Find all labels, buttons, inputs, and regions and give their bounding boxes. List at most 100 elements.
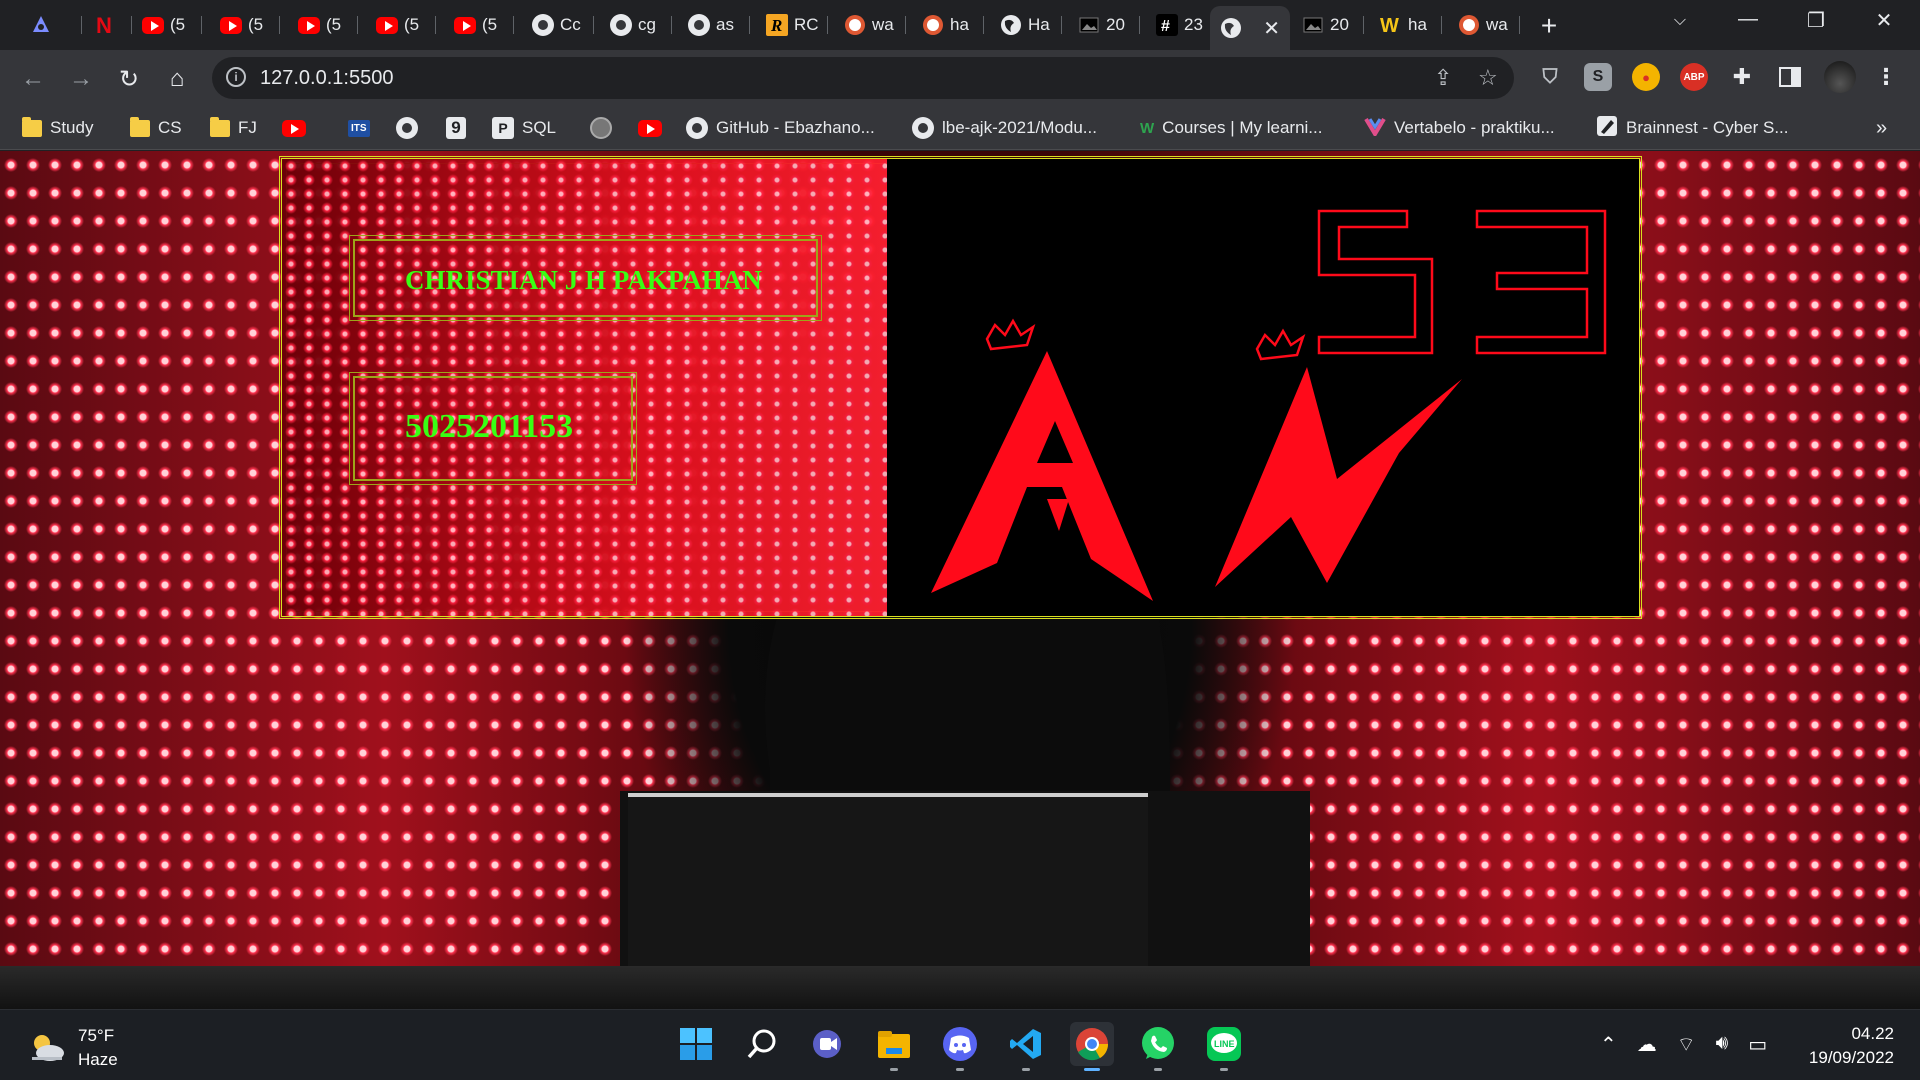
bookmark-its[interactable]: ITS [348,114,370,142]
tab-r[interactable]: R RC [756,8,828,42]
youtube-icon [220,14,242,36]
clock[interactable]: 04.22 19/09/2022 [1809,1022,1894,1070]
bookmark-sql[interactable]: P SQL [492,114,556,142]
close-tab-icon[interactable]: ✕ [1263,16,1280,41]
chrome-button[interactable] [1070,1022,1114,1071]
svg-text:#: # [1161,18,1170,35]
bookmark-youtube-2[interactable] [638,114,662,142]
image-icon [1078,14,1100,36]
crown-left-icon [985,318,1036,351]
chevron-up-icon[interactable]: ⌃ [1600,1032,1617,1057]
folder-icon [130,116,150,137]
github-icon [912,117,934,139]
tab-youtube-3[interactable]: (5 [288,8,358,42]
share-icon[interactable]: ⇪ [1434,65,1452,91]
clock-time: 04.22 [1851,1024,1894,1043]
folder-icon [210,116,230,137]
minimize-icon[interactable]: — [1728,8,1768,31]
student-name: CHRISTIAN J H PAKPAHAN [405,265,762,295]
bookmark-github-ebazhano[interactable]: GitHub - Ebazhano... [686,114,875,142]
tab-netflix[interactable]: N [82,8,132,42]
restore-icon[interactable]: ❐ [1796,8,1836,33]
whatsapp-button[interactable] [1136,1022,1180,1071]
youtube-icon [282,119,306,137]
youtube-icon [298,14,320,36]
teams-chat-button[interactable] [806,1022,850,1066]
bookmark-github-1[interactable] [396,114,418,142]
svg-text:LINE: LINE [1214,1039,1235,1049]
weather-widget[interactable]: 75°F Haze [28,1024,118,1072]
banner-logo-panel: 53 [887,159,1639,616]
tab-search-icon[interactable]: ⌵ [1660,12,1700,30]
tab-github-2[interactable]: cg [600,8,672,42]
seal-icon [590,117,612,139]
new-tab-button[interactable]: + [1534,10,1564,42]
search-button[interactable] [740,1022,784,1066]
tab-github-1[interactable]: Cc [522,8,594,42]
duckduckgo-icon [1458,14,1480,36]
battery-charging-icon[interactable]: ▭ [1748,1032,1767,1057]
more-menu-icon[interactable]: ⋮ [1872,63,1900,91]
duckduckgo-icon [844,14,866,36]
tab-youtube-4[interactable]: (5 [366,8,436,42]
tab-duckduckgo-2[interactable]: ha [912,8,984,42]
home-icon[interactable]: ⌂ [160,62,194,96]
duckduckgo-icon [922,14,944,36]
tab-image-2[interactable]: 20 [1292,8,1364,42]
bookmark-star-icon[interactable]: ☆ [1478,65,1498,91]
line-button[interactable]: LINE [1202,1022,1246,1071]
volume-icon[interactable]: 🔊︎ [1716,1032,1729,1057]
bookmark-github-lbe-ajk[interactable]: lbe-ajk-2021/Modu... [912,114,1097,142]
tab-youtube-1[interactable]: (5 [132,8,202,42]
bookmark-study[interactable]: Study [22,114,93,142]
tab-image-1[interactable]: 20 [1068,8,1140,42]
whatsapp-icon [1142,1027,1174,1059]
tab-w[interactable]: W ha [1370,8,1442,42]
bookmark-courses[interactable]: W Courses | My learni... [1140,114,1322,142]
tab-duckduckgo-1[interactable]: wa [834,8,906,42]
extensions-puzzle-icon[interactable]: ✚ [1728,63,1756,91]
youtube-icon [454,14,476,36]
bookmark-cs[interactable]: CS [130,114,182,142]
bookmark-brainnest[interactable]: Brainnest - Cyber S... [1596,114,1789,142]
adblock-extension-icon[interactable]: ABP [1680,63,1708,91]
profile-avatar[interactable] [1824,61,1856,93]
start-button[interactable] [674,1022,718,1066]
tab-duckduckgo-3[interactable]: wa [1448,8,1520,42]
onedrive-cloud-icon[interactable]: ☁ [1637,1032,1657,1057]
tab-github-3[interactable]: as [678,8,750,42]
side-panel-icon[interactable] [1776,63,1804,91]
vscode-button[interactable] [1004,1022,1048,1071]
wifi-icon[interactable]: ⌔ [1677,1032,1696,1057]
tab-globe-1[interactable]: Ha [990,8,1062,42]
logo-letter-a [931,351,1153,601]
an-53-logo: 53 [931,209,1607,601]
youtube-icon [142,14,164,36]
shield-extension-icon[interactable]: ⛉ [1536,63,1564,91]
forward-icon[interactable]: → [64,62,98,96]
system-tray: ⌃ ☁ ⌔ 🔊︎ ▭ [1600,1032,1767,1057]
header-banner: 53 CHRISTIAN J H PAKPAHAN 5025201153 [279,156,1642,619]
tab-youtube-5[interactable]: (5 [444,8,514,42]
address-bar[interactable]: i 127.0.0.1:5500 ⇪ ☆ [212,57,1514,99]
bookmark-youtube-1[interactable] [282,114,306,142]
back-icon[interactable]: ← [16,62,50,96]
reload-icon[interactable]: ↻ [112,62,146,96]
svg-text:W: W [1380,15,1399,36]
bookmark-seal[interactable] [590,114,612,142]
tab-tor[interactable] [20,8,82,42]
close-window-icon[interactable]: ✕ [1864,8,1904,33]
bookmark-nine[interactable]: 9 [446,114,466,142]
site-info-icon[interactable]: i [226,67,246,87]
bookmark-vertabelo[interactable]: Vertabelo - praktiku... [1364,114,1555,142]
discord-button[interactable] [938,1022,982,1071]
honey-extension-icon[interactable]: ● [1632,63,1660,91]
r-icon: R [766,14,788,36]
tab-youtube-2[interactable]: (5 [210,8,280,42]
s-extension-icon[interactable]: S [1584,63,1612,91]
file-explorer-button[interactable] [872,1022,916,1071]
tab-hash[interactable]: # 23 [1146,8,1218,42]
bookmarks-more-icon[interactable]: » [1876,114,1887,142]
bookmark-fj[interactable]: FJ [210,114,257,142]
tab-active[interactable]: ✕ [1210,6,1290,50]
